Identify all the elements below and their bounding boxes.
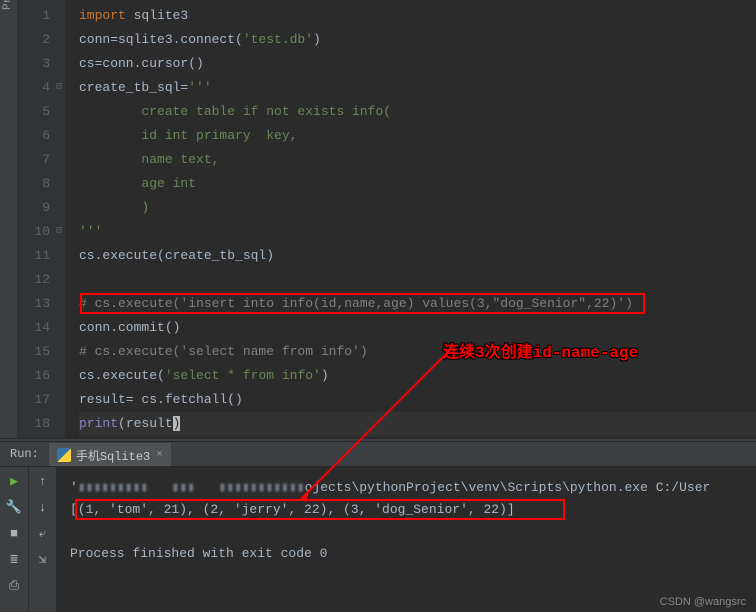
close-icon[interactable]: × — [156, 449, 163, 461]
code-line — [79, 268, 756, 292]
gutter-line: 1 — [18, 4, 64, 28]
gutter-line: 11 — [18, 244, 64, 268]
gutter-line: 5 — [18, 100, 64, 124]
run-panel: Run: 手机Sqlite3 × ▶ 🔧 ■ ≣ ⎙ ↑ ↓ ⤶ ⇲ '▮▮▮▮… — [0, 442, 756, 612]
python-icon — [57, 448, 71, 462]
gutter-line: 15 — [18, 340, 64, 364]
gutter-line: 18 — [18, 412, 64, 436]
project-tool-tab[interactable]: Proj — [0, 0, 18, 438]
code-line: print(result) — [79, 412, 756, 436]
code-line: cs.execute(create_tb_sql) — [79, 244, 756, 268]
gutter-line: 16 — [18, 364, 64, 388]
layout-icon[interactable]: ≣ — [6, 551, 22, 567]
run-output[interactable]: '▮▮▮▮▮▮▮▮▮ ▮▮▮ ▮▮▮▮▮▮▮▮▮▮▮ojects\pythonP… — [56, 467, 756, 612]
gutter-line: 3 — [18, 52, 64, 76]
run-toolbar-right: ↑ ↓ ⤶ ⇲ — [28, 467, 56, 612]
code-line: import sqlite3 — [79, 4, 756, 28]
run-toolbar-left: ▶ 🔧 ■ ≣ ⎙ — [0, 467, 28, 612]
code-line: cs=conn.cursor() — [79, 52, 756, 76]
code-line: age int — [79, 172, 756, 196]
run-tab[interactable]: 手机Sqlite3 × — [49, 443, 171, 466]
annotation-highlight-box — [80, 293, 645, 314]
gutter-line: 8 — [18, 172, 64, 196]
code-line: ) — [79, 196, 756, 220]
rerun-icon[interactable]: ▶ — [6, 473, 22, 489]
fold-icon[interactable]: ⊟ — [56, 220, 62, 244]
code-line: id int primary key, — [79, 124, 756, 148]
run-tab-name: 手机Sqlite3 — [76, 447, 150, 464]
scroll-icon[interactable]: ⇲ — [35, 551, 51, 567]
code-line: conn.commit() — [79, 316, 756, 340]
gutter-line: 17 — [18, 388, 64, 412]
code-line: ⊟''' — [79, 220, 756, 244]
print-icon[interactable]: ⎙ — [6, 577, 22, 593]
gutter-line: 12 — [18, 268, 64, 292]
annotation-highlight-box-output — [75, 499, 565, 520]
code-line: cs.execute('select * from info') — [79, 364, 756, 388]
wrench-icon[interactable]: 🔧 — [6, 499, 22, 515]
run-body: ▶ 🔧 ■ ≣ ⎙ ↑ ↓ ⤶ ⇲ '▮▮▮▮▮▮▮▮▮ ▮▮▮ ▮▮▮▮▮▮▮… — [0, 467, 756, 612]
code-line: ⊟create_tb_sql=''' — [79, 76, 756, 100]
gutter-line: 13 — [18, 292, 64, 316]
code-line: result= cs.fetchall() — [79, 388, 756, 412]
annotation-text: 连续3次创建id-name-age — [443, 338, 638, 362]
project-tab-label: Proj — [2, 0, 14, 10]
gutter-line: 2 — [18, 28, 64, 52]
code-line: # cs.execute('select name from info') — [79, 340, 756, 364]
stop-icon[interactable]: ■ — [6, 525, 22, 541]
code-editor[interactable]: import sqlite3 conn=sqlite3.connect('tes… — [65, 0, 756, 438]
line-gutter[interactable]: 1 2 3 4 5 6 7 8 9 10 11 12 13 14 15 16 1… — [18, 0, 65, 438]
code-line: conn=sqlite3.connect('test.db') — [79, 28, 756, 52]
run-header: Run: 手机Sqlite3 × — [0, 442, 756, 467]
fold-icon[interactable]: ⊟ — [56, 76, 62, 100]
editor-area: Proj 1 2 3 4 5 6 7 8 9 10 11 12 13 14 15… — [0, 0, 756, 438]
code-line: create table if not exists info( — [79, 100, 756, 124]
up-arrow-icon[interactable]: ↑ — [35, 473, 51, 489]
soft-wrap-icon[interactable]: ⤶ — [35, 525, 51, 541]
watermark: CSDN @wangsrc — [660, 596, 746, 608]
gutter-line: 7 — [18, 148, 64, 172]
gutter-line: 6 — [18, 124, 64, 148]
down-arrow-icon[interactable]: ↓ — [35, 499, 51, 515]
run-label: Run: — [0, 447, 49, 461]
gutter-line: 9 — [18, 196, 64, 220]
gutter-line: 14 — [18, 316, 64, 340]
code-line: name text, — [79, 148, 756, 172]
